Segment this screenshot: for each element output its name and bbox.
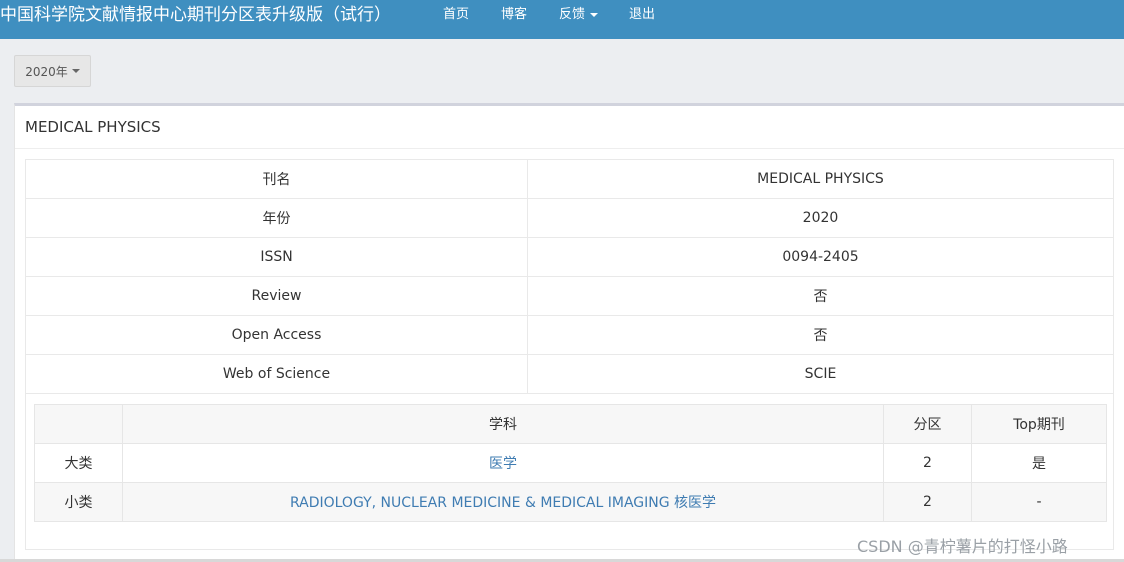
- info-row: 年份 2020: [26, 198, 1113, 238]
- info-key: Open Access: [26, 315, 528, 355]
- info-value: 2020: [527, 198, 1113, 238]
- table-row: 大类 医学 2 是: [34, 443, 1107, 483]
- info-key: Review: [26, 276, 528, 316]
- subject-link-cell: RADIOLOGY, NUCLEAR MEDICINE & MEDICAL IM…: [122, 482, 884, 522]
- info-row: Web of Science SCIE: [26, 354, 1113, 394]
- year-dropdown-button[interactable]: 2020年: [14, 55, 91, 87]
- header-top-journal: Top期刊: [971, 404, 1107, 444]
- table-row: 小类 RADIOLOGY, NUCLEAR MEDICINE & MEDICAL…: [34, 482, 1107, 522]
- info-value: 0094-2405: [527, 237, 1113, 277]
- subject-zone: 2: [883, 482, 972, 522]
- caret-down-icon: [590, 12, 599, 17]
- journal-info-table: 刊名 MEDICAL PHYSICS 年份 2020 ISSN 0094-240…: [26, 160, 1113, 394]
- subject-link[interactable]: 医学: [489, 456, 517, 472]
- subject-link-cell: 医学: [122, 443, 884, 483]
- subject-zone: 2: [883, 443, 972, 483]
- panel-title: MEDICAL PHYSICS: [25, 118, 161, 136]
- caret-down-icon: [71, 69, 80, 73]
- info-key: 刊名: [26, 160, 528, 199]
- nav-logout[interactable]: 退出: [629, 6, 655, 24]
- watermark: CSDN @青柠薯片的打怪小路: [857, 537, 1068, 556]
- header-zone: 分区: [883, 404, 972, 444]
- nav-feedback-label: 反馈: [559, 7, 586, 22]
- top-navbar: 中国科学院文献情报中心期刊分区表升级版（试行） 首页 博客 反馈 退出: [0, 0, 1124, 39]
- info-row: ISSN 0094-2405: [26, 237, 1113, 277]
- header-category: [34, 404, 123, 444]
- info-value: SCIE: [527, 354, 1113, 394]
- info-value: MEDICAL PHYSICS: [527, 160, 1113, 199]
- nav-feedback-dropdown[interactable]: 反馈: [559, 6, 599, 24]
- info-row: 刊名 MEDICAL PHYSICS: [26, 160, 1113, 199]
- nav-blog[interactable]: 博客: [501, 6, 527, 24]
- subject-category: 大类: [34, 443, 123, 483]
- info-key: Web of Science: [26, 354, 528, 394]
- journal-panel: MEDICAL PHYSICS 刊名 MEDICAL PHYSICS 年份 20…: [14, 103, 1124, 559]
- site-brand[interactable]: 中国科学院文献情报中心期刊分区表升级版（试行）: [0, 3, 391, 27]
- info-key: ISSN: [26, 237, 528, 277]
- year-dropdown-label: 2020年: [25, 64, 68, 79]
- header-subject: 学科: [122, 404, 884, 444]
- info-row: Review 否: [26, 276, 1113, 316]
- info-row: Open Access 否: [26, 315, 1113, 355]
- panel-divider: [15, 148, 1124, 149]
- subject-zone-table: 学科 分区 Top期刊 大类 医学 2 是 小类 RADIOLOGY, NUCL…: [34, 404, 1107, 522]
- panel-body: 刊名 MEDICAL PHYSICS 年份 2020 ISSN 0094-240…: [25, 159, 1114, 550]
- info-value: 否: [527, 276, 1113, 316]
- subject-table-header: 学科 分区 Top期刊: [34, 404, 1107, 444]
- info-key: 年份: [26, 198, 528, 238]
- subject-top: 是: [971, 443, 1107, 483]
- nav-home[interactable]: 首页: [443, 6, 469, 24]
- subject-category: 小类: [34, 482, 123, 522]
- info-value: 否: [527, 315, 1113, 355]
- subject-link[interactable]: RADIOLOGY, NUCLEAR MEDICINE & MEDICAL IM…: [290, 495, 716, 511]
- subject-top: -: [971, 482, 1107, 522]
